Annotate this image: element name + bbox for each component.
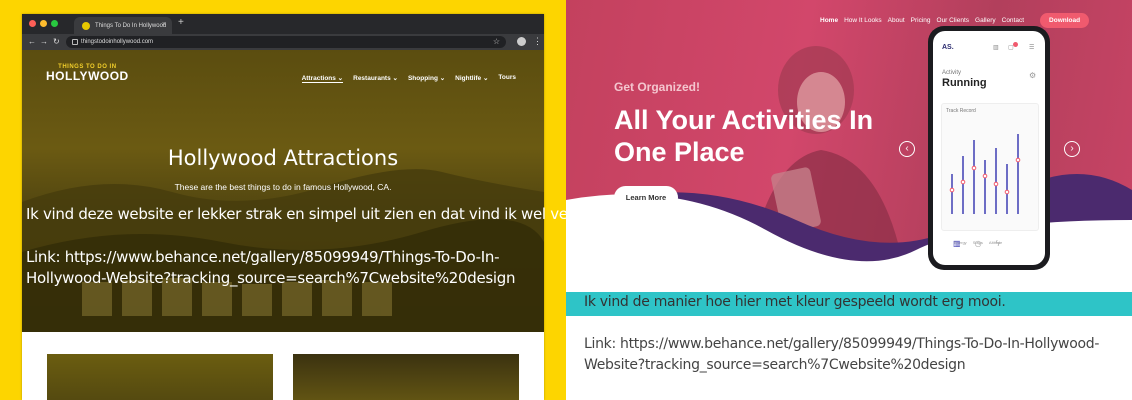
nav-contact[interactable]: Contact bbox=[1002, 17, 1024, 24]
nav-home[interactable]: Home bbox=[820, 17, 838, 24]
left-comment: Ik vind deze website er lekker strak en … bbox=[26, 205, 578, 223]
nav-shopping[interactable]: Shopping ⌄ bbox=[408, 74, 445, 83]
nav-our-clients[interactable]: Our Clients bbox=[937, 17, 970, 24]
browser-toolbar: ← → ↻ thingstodoinhollywood.com ☆ ⋮ bbox=[22, 34, 544, 50]
maximize-window-button[interactable] bbox=[51, 20, 58, 27]
chevron-left-icon[interactable]: ‹ bbox=[899, 141, 915, 157]
learn-more-button[interactable]: Learn More bbox=[614, 186, 678, 209]
url-text: thingstodoinhollywood.com bbox=[81, 39, 154, 45]
app-landing-hero: Home How It Looks About Pricing Our Clie… bbox=[566, 0, 1132, 292]
nav-how-it-looks[interactable]: How It Looks bbox=[844, 17, 882, 24]
favicon-icon bbox=[82, 21, 90, 30]
right-comment: Ik vind de manier hoe hier met kleur ges… bbox=[584, 294, 1006, 310]
nav-gallery[interactable]: Gallery bbox=[975, 17, 996, 24]
hero-subtitle: These are the best things to do in famou… bbox=[174, 182, 392, 192]
comment-banner: Ik vind de manier hoe hier met kleur ges… bbox=[566, 292, 1132, 316]
nav-nightlife[interactable]: Nightlife ⌄ bbox=[455, 74, 488, 83]
minimize-window-button[interactable] bbox=[40, 20, 47, 27]
hollywood-hero: THINGS TO DO IN HOLLYWOOD Attractions ⌄ … bbox=[22, 50, 544, 332]
nav-about[interactable]: About bbox=[888, 17, 905, 24]
stats-icon[interactable]: ▥ bbox=[953, 239, 961, 248]
back-arrow-icon[interactable]: ← bbox=[28, 36, 36, 48]
notification-badge bbox=[1013, 42, 1018, 47]
window-controls bbox=[29, 20, 58, 27]
profile-avatar[interactable] bbox=[517, 37, 526, 46]
attraction-card[interactable] bbox=[293, 354, 519, 400]
tab-title: Things To Do In Hollywood bbox=[95, 22, 167, 29]
left-link: Link: https://www.behance.net/gallery/85… bbox=[26, 248, 516, 287]
close-window-button[interactable] bbox=[29, 20, 36, 27]
app-logo: AS. bbox=[942, 44, 954, 51]
chart-icon[interactable]: ▥ bbox=[993, 44, 999, 51]
chevron-right-icon[interactable]: › bbox=[1064, 141, 1080, 157]
hero-title: Hollywood Attractions bbox=[167, 146, 399, 170]
reload-icon[interactable]: ↻ bbox=[53, 36, 60, 48]
browser-tab[interactable]: Things To Do In Hollywood × bbox=[74, 17, 172, 34]
timer-icon[interactable]: ◷ bbox=[975, 239, 982, 248]
track-record-card: Track Record Energy Steps Altitude bbox=[941, 103, 1039, 245]
browser-tab-bar: Things To Do In Hollywood × + bbox=[22, 14, 544, 34]
logo-wordmark: HOLLYWOOD bbox=[46, 69, 129, 83]
activity-value: Running bbox=[942, 77, 987, 89]
tab-close-icon[interactable]: × bbox=[162, 21, 166, 29]
site-logo[interactable]: THINGS TO DO IN HOLLYWOOD bbox=[46, 64, 129, 82]
right-link: Link: https://www.behance.net/gallery/85… bbox=[584, 336, 1100, 373]
nav-restaurants[interactable]: Restaurants ⌄ bbox=[353, 74, 398, 83]
phone-screen: AS. ▥ ▢ ☰ Activity Running ⚙ Track Recor… bbox=[933, 31, 1045, 265]
app-bottom-nav: ▥ ◷ ϟ bbox=[953, 239, 1000, 248]
menu-icon[interactable]: ☰ bbox=[1029, 44, 1034, 51]
download-button[interactable]: Download bbox=[1040, 13, 1090, 28]
nav-tours[interactable]: Tours bbox=[498, 74, 516, 83]
bolt-icon[interactable]: ϟ bbox=[996, 239, 1000, 248]
lock-icon bbox=[72, 39, 78, 45]
track-record-chart bbox=[949, 134, 1021, 214]
address-bar[interactable]: thingstodoinhollywood.com ☆ bbox=[66, 36, 506, 48]
attraction-card[interactable] bbox=[47, 354, 273, 400]
forward-arrow-icon[interactable]: → bbox=[40, 36, 48, 48]
new-tab-button[interactable]: + bbox=[178, 17, 184, 29]
site-navigation: Attractions ⌄ Restaurants ⌄ Shopping ⌄ N… bbox=[301, 74, 516, 83]
hero-eyebrow: Get Organized! bbox=[614, 80, 701, 94]
nav-pricing[interactable]: Pricing bbox=[911, 17, 931, 24]
phone-mockup: AS. ▥ ▢ ☰ Activity Running ⚙ Track Recor… bbox=[928, 26, 1050, 270]
hero-headline: All Your Activities In One Place bbox=[614, 105, 874, 167]
bookmark-star-icon[interactable]: ☆ bbox=[493, 36, 500, 48]
activity-label: Activity bbox=[942, 70, 962, 76]
nav-attractions[interactable]: Attractions ⌄ bbox=[301, 74, 344, 83]
menu-kebab-icon[interactable]: ⋮ bbox=[533, 35, 542, 47]
gear-icon[interactable]: ⚙ bbox=[1029, 71, 1036, 80]
